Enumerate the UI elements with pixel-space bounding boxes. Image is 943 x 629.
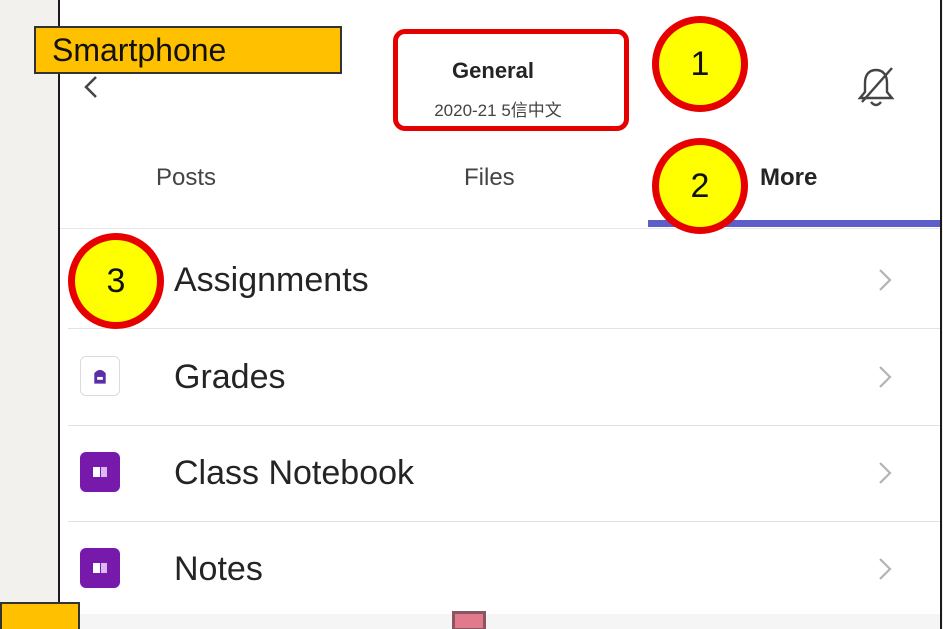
onenote-icon [80, 452, 120, 492]
list-item-notes[interactable]: Notes [60, 521, 940, 617]
chevron-right-icon [879, 269, 892, 291]
bell-off-icon[interactable] [856, 64, 896, 110]
chevron-right-icon [879, 366, 892, 388]
callout-number-3: 3 [68, 233, 164, 329]
callout-highlight-box [393, 29, 629, 131]
bottom-marker [452, 611, 486, 629]
callout-number-1: 1 [652, 16, 748, 112]
grades-icon [80, 356, 120, 396]
chevron-right-icon [879, 462, 892, 484]
callout-number-2: 2 [652, 138, 748, 234]
chevron-right-icon [879, 558, 892, 580]
chevron-left-icon[interactable] [78, 74, 104, 100]
list-item-class-notebook[interactable]: Class Notebook [60, 425, 940, 522]
list-item-label: Grades [174, 358, 286, 396]
list-item-assignments[interactable]: Assignments [60, 232, 940, 329]
tab-more[interactable]: More [760, 164, 817, 192]
device-label: Smartphone [34, 26, 342, 74]
tabs-divider [60, 228, 940, 229]
list-item-grades[interactable]: Grades [60, 329, 940, 426]
tab-posts[interactable]: Posts [156, 164, 216, 192]
list-item-label: Class Notebook [174, 454, 415, 492]
onenote-icon [80, 548, 120, 588]
bottom-bar [60, 614, 940, 629]
corner-label [0, 602, 80, 629]
list-item-label: Notes [174, 550, 263, 588]
tab-files[interactable]: Files [464, 164, 515, 192]
list-item-label: Assignments [174, 261, 369, 299]
